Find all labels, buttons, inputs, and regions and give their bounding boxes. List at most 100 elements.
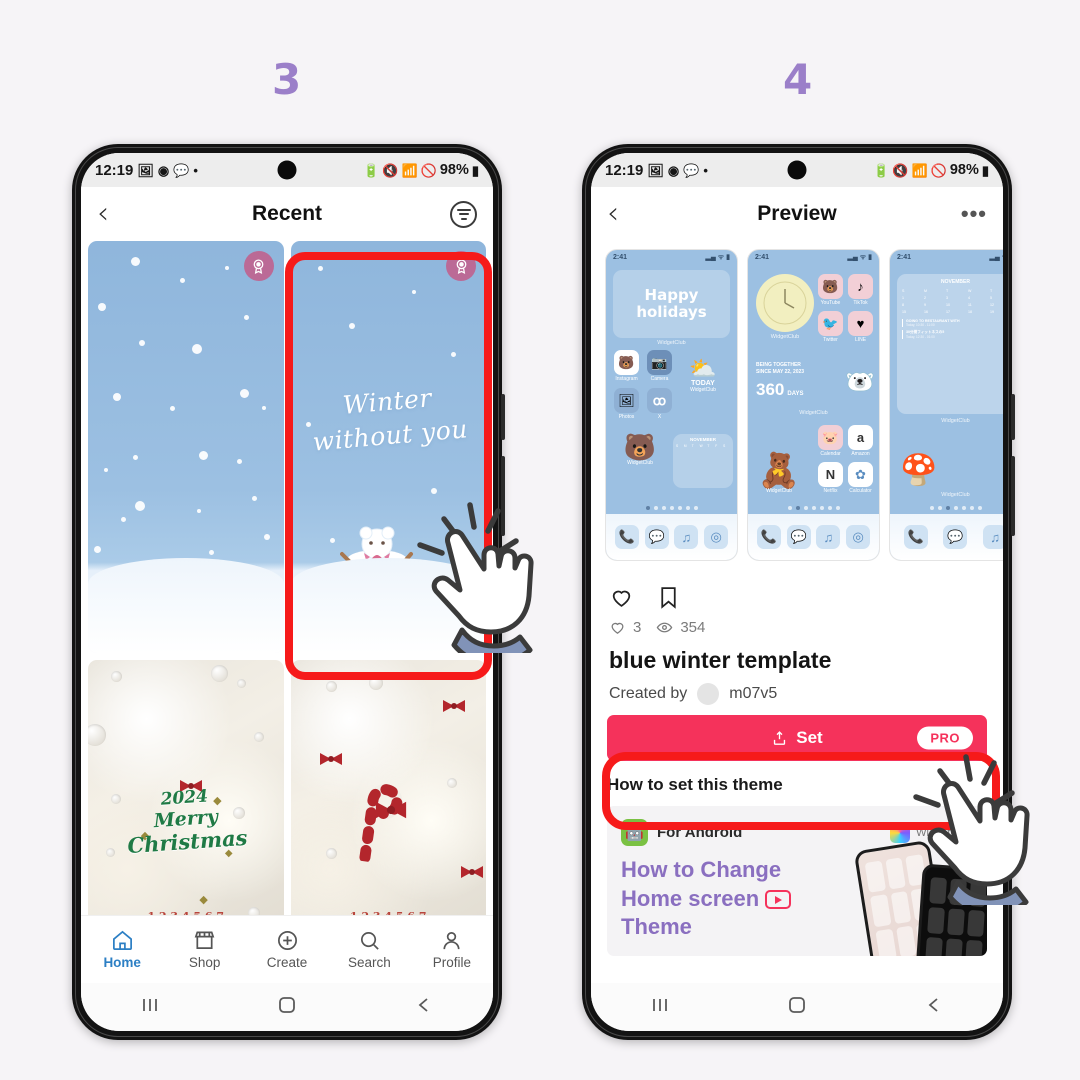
red-bow-icon: [373, 799, 409, 826]
front-camera-icon: [787, 160, 807, 180]
status-time: 12:19: [95, 161, 134, 179]
twitter-icon[interactable]: 🐦: [818, 311, 843, 336]
red-bow-icon: [459, 864, 485, 885]
view-count: 354: [680, 619, 706, 636]
music-icon[interactable]: ♫: [674, 525, 699, 549]
camera-icon[interactable]: 📷: [647, 350, 672, 375]
n-icon[interactable]: N: [818, 462, 843, 487]
status-bar: 12:19 🖼 ◉ 💬 • 🔋 🔇 📶 🚫 98% ▮: [81, 153, 493, 187]
wallpaper-card-merry-christmas[interactable]: ◆ ◆ ◆ ◆ 2024MerryChristmas 1 2 3 4 5 6 7: [88, 660, 284, 915]
message-icon: 💬: [173, 162, 190, 178]
power-button: [1011, 456, 1015, 536]
author-name[interactable]: m07v5: [729, 685, 777, 703]
bear-icon[interactable]: 🐻: [818, 274, 843, 299]
mini-time: 2:41: [897, 254, 912, 261]
recents-icon[interactable]: [649, 995, 671, 1020]
image-icon: 🖼: [137, 162, 154, 178]
mini-time: 2:41: [755, 254, 770, 261]
back-chevron-icon[interactable]: [413, 995, 435, 1020]
tiktok-icon[interactable]: ♪: [848, 274, 873, 299]
home-square-icon[interactable]: [786, 995, 808, 1020]
tab-home[interactable]: Home: [81, 929, 163, 970]
bear-widget: 🧸 WidgetClub: [757, 452, 801, 494]
mushroom-icon: 🍄: [900, 454, 938, 487]
amazon-icon[interactable]: a: [848, 425, 873, 450]
bear-icon[interactable]: 🐻: [614, 350, 639, 375]
recents-icon[interactable]: [139, 995, 161, 1020]
gear-icon[interactable]: ✿: [848, 462, 873, 487]
shop-icon: [194, 931, 215, 950]
android-nav-bar: [81, 983, 493, 1031]
image-icon: 🖼: [647, 162, 664, 178]
howto-headline-line2: Home screen: [621, 885, 760, 911]
messages-icon[interactable]: 💬: [644, 525, 669, 549]
tab-shop[interactable]: Shop: [163, 929, 245, 970]
home-square-icon[interactable]: [276, 995, 298, 1020]
preview-thumbnail-3[interactable]: 2:41 ▂▄ ᯤ ▮ NOVEMBER SMTWT 12345 8910111…: [889, 249, 1003, 561]
wallpaper-digit-row: 1 2 3 4 5 6 7: [291, 910, 487, 915]
dnd-icon: 🚫: [930, 162, 947, 178]
mini-time: 2:41: [613, 254, 628, 261]
music-icon[interactable]: ♫: [816, 525, 841, 549]
dot-icon: •: [703, 162, 708, 178]
safari-icon[interactable]: ◎: [846, 525, 871, 549]
tab-profile[interactable]: Profile: [411, 929, 493, 970]
messages-icon[interactable]: 💬: [943, 525, 968, 549]
more-options-icon[interactable]: •••: [961, 203, 987, 225]
wallpaper-card-candy-cane[interactable]: 1 2 3 4 5 6 7: [290, 660, 487, 915]
page-title: Recent: [251, 202, 323, 225]
red-bow-icon: [441, 698, 467, 719]
back-chevron-icon[interactable]: ‹: [97, 199, 109, 229]
preview-thumbnail-1[interactable]: 2:41 ▂▄ ᯤ ▮ Happy holidays WidgetClub 🐻 In…: [605, 249, 738, 561]
x-icon[interactable]: ꝏ: [647, 388, 672, 413]
mini-status-bar: 2:41 ▂▄ ᯤ ▮: [606, 250, 737, 265]
christmas-wallpaper: ◆ ◆ ◆ ◆ 2024MerryChristmas 1 2 3 4 5 6 7: [88, 660, 284, 915]
battery-icon: ▮: [981, 162, 989, 178]
howto-headline: How to Change Home screen Theme: [621, 856, 851, 942]
tab-create-label: Create: [266, 955, 308, 970]
heart-outline-icon[interactable]: [609, 585, 634, 610]
widget-credit: WidgetClub: [657, 340, 686, 346]
tab-search-label: Search: [348, 955, 391, 970]
preview-thumbnail-2[interactable]: 2:41 ▂▄ ᯤ ▮ WidgetClub 🐻 YouTube ♪ TikTok …: [747, 249, 880, 561]
mini-status-bar: 2:41 ▂▄ ᯤ ▮: [890, 250, 1003, 265]
mini-signal-icons: ▂▄ ᯤ ▮: [705, 254, 730, 261]
music-icon[interactable]: ♫: [983, 525, 1003, 549]
page-indicator: [748, 506, 879, 510]
safari-icon[interactable]: ◎: [704, 525, 729, 549]
mini-signal-icons: ▂▄ ᯤ ▮: [989, 254, 1003, 261]
clock-credit: WidgetClub: [770, 334, 800, 340]
tab-create[interactable]: Create: [246, 929, 328, 970]
howto-headline-line3: Theme: [621, 914, 692, 940]
app-icon-group: 🐻 Instagram 📷 Camera 🖼 Photos ꝏX: [614, 350, 672, 420]
step-number-4: 4: [783, 55, 813, 104]
filter-icon[interactable]: [450, 200, 477, 228]
tab-search[interactable]: Search: [328, 929, 410, 970]
back-chevron-icon[interactable]: ‹: [607, 199, 619, 229]
counter-unit: DAYS: [787, 391, 804, 397]
bottom-widgets: 🐻 WidgetClub NOVEMBER SMTWTFS: [613, 434, 733, 488]
red-bow-icon: [318, 751, 344, 772]
tap-cursor-left: [404, 483, 564, 666]
wallpaper-card-snowfall[interactable]: [88, 241, 284, 653]
preview-carousel[interactable]: 2:41 ▂▄ ᯤ ▮ Happy holidays WidgetClub 🐻 In…: [591, 241, 1003, 571]
wallpaper-digit-row: 1 2 3 4 5 6 7: [88, 910, 284, 915]
mute-icon: 🔇: [892, 162, 909, 178]
bear-icon[interactable]: 🐷: [818, 425, 843, 450]
calendar-agenda-widget: NOVEMBER SMTWT 12345 8 9 10 11 12 15 16 17 18 19…: [897, 274, 1003, 414]
back-chevron-icon[interactable]: [923, 995, 945, 1020]
app-header-preview: ‹ Preview •••: [591, 187, 1003, 241]
howto-headline-line1: How to Change: [621, 857, 782, 882]
phone-icon[interactable]: 📞: [903, 525, 928, 549]
youtube-play-icon[interactable]: [765, 890, 792, 910]
pro-award-badge: [446, 251, 476, 281]
bookmark-outline-icon[interactable]: [656, 585, 681, 610]
christmas-caption: 2024 Merry Christmas: [126, 786, 248, 859]
phone-icon[interactable]: 📞: [756, 525, 781, 549]
messages-icon[interactable]: 💬: [786, 525, 811, 549]
template-meta: 3 354 blue winter template Created by m0…: [591, 571, 1003, 705]
heart-icon[interactable]: ♥: [848, 311, 873, 336]
photo-icon[interactable]: 🖼: [614, 388, 639, 413]
phone-icon[interactable]: 📞: [614, 525, 639, 549]
front-camera-icon: [277, 160, 297, 180]
